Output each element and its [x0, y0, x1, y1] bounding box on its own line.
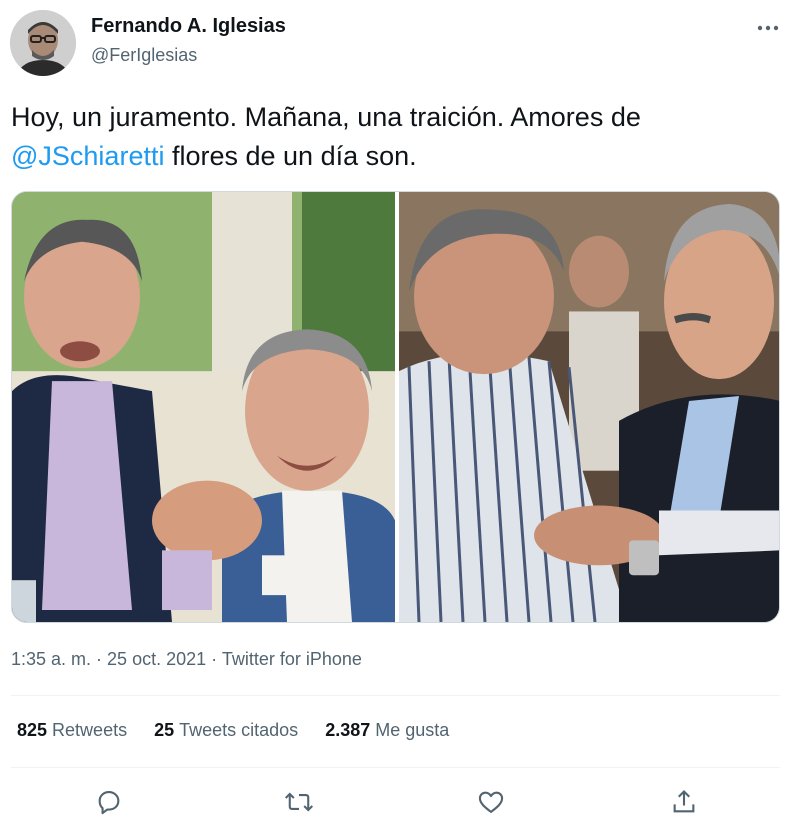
mention-link[interactable]: @JSchiaretti [11, 141, 164, 171]
photo-image [12, 192, 395, 622]
tweet-text: Hoy, un juramento. Mañana, una traición.… [11, 98, 781, 176]
more-dots-icon [757, 25, 779, 31]
photo-1[interactable] [12, 192, 395, 622]
like-icon [478, 791, 504, 813]
retweets-count: 825 [17, 720, 48, 740]
meta-separator: · [206, 649, 222, 669]
author-name[interactable]: Fernando A. Iglesias [91, 15, 286, 38]
retweets-stat[interactable]: 825 Retweets [17, 720, 127, 741]
media-grid [11, 191, 780, 623]
avatar[interactable] [10, 10, 76, 76]
retweet-button[interactable] [281, 784, 317, 820]
share-button[interactable] [666, 784, 702, 820]
retweet-icon [284, 792, 314, 812]
photo-image [399, 192, 779, 622]
tweet-time[interactable]: 1:35 a. m. [11, 649, 91, 669]
profile-photo [10, 10, 76, 76]
reply-button[interactable] [91, 784, 127, 820]
quotes-stat[interactable]: 25 Tweets citados [154, 720, 298, 741]
reply-icon [98, 791, 120, 815]
divider [11, 767, 780, 768]
retweets-label: Retweets [52, 720, 128, 740]
quotes-count: 25 [154, 720, 175, 740]
likes-stat[interactable]: 2.387 Me gusta [325, 720, 449, 741]
quotes-label: Tweets citados [179, 720, 299, 740]
likes-label: Me gusta [375, 720, 450, 740]
more-options-button[interactable] [750, 14, 786, 42]
author-handle[interactable]: @FerIglesias [91, 45, 197, 66]
meta-separator: · [91, 649, 108, 669]
tweet-text-after: flores de un día son. [164, 141, 417, 171]
tweet-meta: 1:35 a. m. · 25 oct. 2021 · Twitter for … [11, 649, 362, 670]
divider [11, 695, 780, 696]
likes-count: 2.387 [325, 720, 371, 740]
tweet-source[interactable]: Twitter for iPhone [222, 649, 362, 669]
share-icon [673, 790, 695, 813]
engagement-stats: 825 Retweets 25 Tweets citados 2.387 Me gus… [17, 720, 449, 741]
photo-2[interactable] [399, 192, 779, 622]
tweet-text-before: Hoy, un juramento. Mañana, una traición.… [11, 102, 641, 132]
like-button[interactable] [473, 784, 509, 820]
action-bar [11, 780, 780, 824]
tweet-date[interactable]: 25 oct. 2021 [107, 649, 206, 669]
